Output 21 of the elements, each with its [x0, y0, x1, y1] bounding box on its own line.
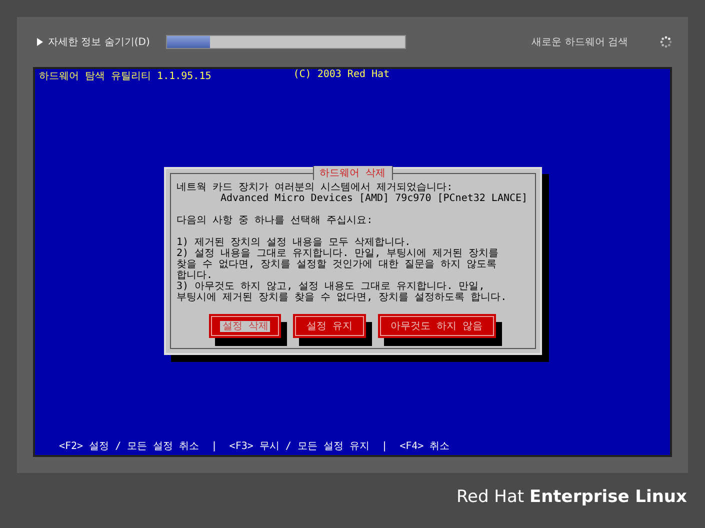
dialog-text-line: 3) 아무것도 하지 않고, 설정 내용도 그대로 유지합니다. 만일,: [176, 281, 486, 292]
triangle-icon: [37, 38, 43, 46]
dialog-text-line: 2) 설정 내용을 그대로 유지합니다. 만일, 부팅시에 제거된 장치를: [176, 248, 500, 259]
dialog-text-line: 합니다.: [176, 270, 214, 281]
spinner-icon: [660, 36, 672, 48]
key-help-line: <F2> 설정 / 모든 설정 취소 | <F3> 무시 / 모든 설정 유지 | <F4> 취소: [58, 440, 451, 454]
dialog-button[interactable]: 설정 삭제: [209, 314, 282, 338]
dialog-button[interactable]: 아무것도 하지 않음: [378, 314, 496, 338]
status-text: 새로운 하드웨어 검색: [532, 36, 628, 49]
dialog-text-line: 부팅시에 제거된 장치를 찾을 수 없다면, 장치를 설정하도록 합니다.: [176, 292, 508, 303]
dialog-text-line: 1) 제거된 장치의 설정 내용을 모두 삭제합니다.: [176, 237, 412, 248]
dialog-button[interactable]: 설정 유지: [293, 314, 366, 338]
dialog-text-line: 다음의 사항 중 하나를 선택해 주십시요:: [176, 215, 374, 226]
brand-logo-text: Red Hat Enterprise Linux: [456, 487, 687, 507]
dialog-text-line: Advanced Micro Devices [AMD] 79c970 [PCnet32 LANCE]: [220, 193, 528, 204]
dialog-text-line: 찾을 수 없다면, 장치를 설정할 것인가에 대한 질문을 하지 않도록: [176, 259, 498, 270]
dialog-title: 하드웨어 삭제: [312, 166, 393, 180]
dialog-text-line: 네트웍 카드 장치가 여러분의 시스템에서 제거되었습니다:: [176, 182, 454, 193]
copyright-text: (C) 2003 Red Hat: [293, 69, 390, 82]
utility-title: 하드웨어 탐색 유틸리티 1.1.95.15: [39, 70, 212, 83]
details-toggle[interactable]: 자세한 정보 숨기기(D): [37, 35, 150, 49]
